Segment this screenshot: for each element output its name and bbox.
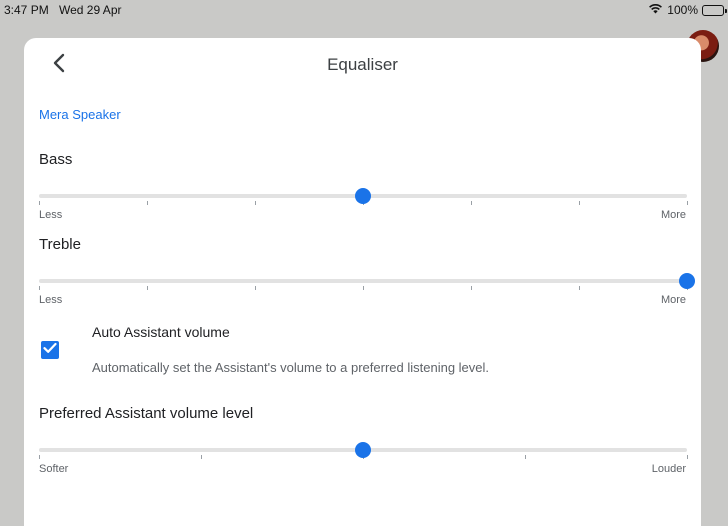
preferred-volume-slider-thumb[interactable]: [355, 442, 371, 458]
equaliser-sheet: Equaliser Mera Speaker Bass Less More Tr…: [24, 38, 701, 526]
slider-tick: [471, 286, 472, 290]
preferred-volume-max-label: Louder: [651, 463, 686, 475]
preferred-volume-label: Preferred Assistant volume level: [39, 405, 254, 422]
status-date: Wed 29 Apr: [59, 3, 122, 17]
slider-tick: [255, 286, 256, 290]
status-bar: 3:47 PM Wed 29 Apr 100%: [0, 0, 728, 20]
status-time: 3:47 PM: [4, 3, 49, 17]
slider-tick: [39, 201, 40, 205]
status-indicators: 100%: [648, 3, 727, 17]
slider-tick: [147, 201, 148, 205]
checkmark-icon: [43, 341, 57, 359]
preferred-volume-min-label: Softer: [39, 463, 69, 475]
battery-icon: [702, 4, 727, 16]
page-title: Equaliser: [327, 55, 398, 74]
bass-max-label: More: [660, 209, 686, 221]
preferred-volume-slider[interactable]: [39, 440, 688, 460]
treble-label: Treble: [39, 236, 81, 253]
bass-slider-thumb[interactable]: [355, 188, 371, 204]
slider-tick: [39, 455, 40, 459]
slider-tick: [687, 201, 688, 205]
slider-tick: [147, 286, 148, 290]
slider-tick: [579, 286, 580, 290]
auto-volume-title: Auto Assistant volume: [92, 324, 230, 340]
device-name-link[interactable]: Mera Speaker: [39, 107, 121, 122]
slider-tick: [255, 201, 256, 205]
slider-tick: [39, 286, 40, 290]
bass-slider[interactable]: [39, 186, 688, 206]
treble-slider-track: [39, 279, 687, 283]
slider-tick: [201, 455, 202, 459]
treble-max-label: More: [660, 294, 686, 306]
treble-min-label: Less: [39, 294, 63, 306]
bass-label: Bass: [39, 151, 73, 168]
bass-min-label: Less: [39, 209, 63, 221]
wifi-icon: [648, 3, 663, 17]
treble-slider-thumb[interactable]: [679, 273, 695, 289]
auto-volume-description: Automatically set the Assistant's volume…: [92, 360, 490, 375]
slider-tick: [471, 201, 472, 205]
slider-tick: [687, 455, 688, 459]
treble-slider[interactable]: [39, 271, 695, 291]
slider-tick: [363, 286, 364, 290]
slider-tick: [579, 201, 580, 205]
battery-percentage: 100%: [667, 3, 698, 17]
slider-tick: [525, 455, 526, 459]
sheet-header: Equaliser: [24, 38, 701, 92]
auto-volume-checkbox[interactable]: [41, 341, 59, 359]
